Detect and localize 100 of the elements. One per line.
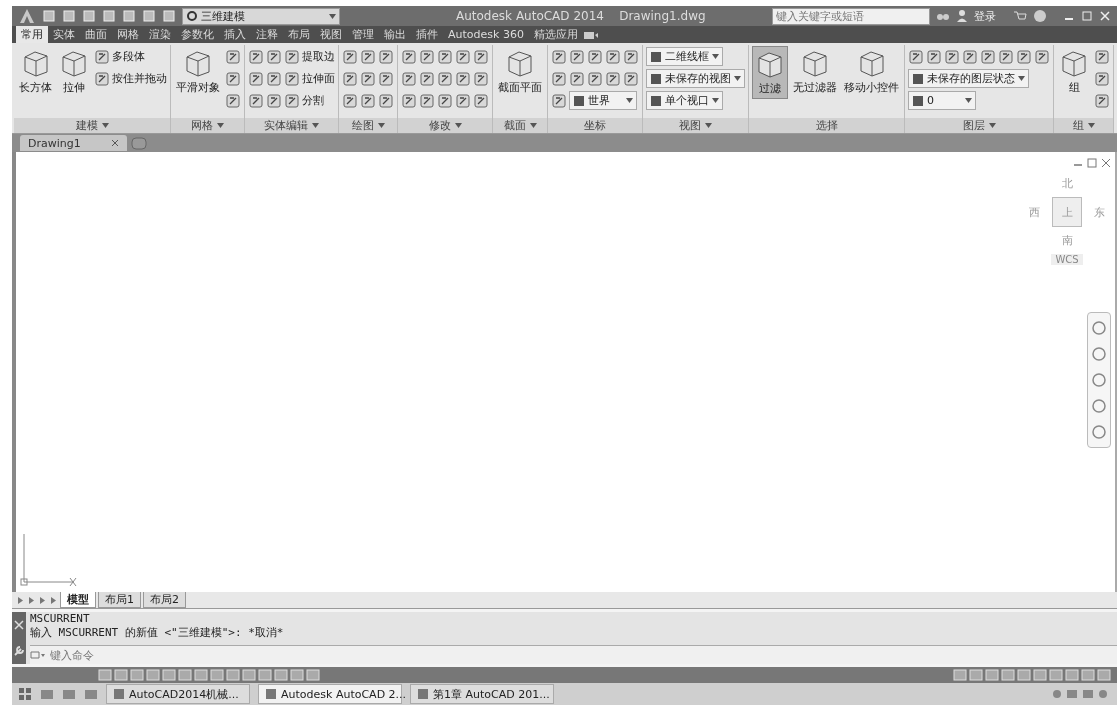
tool-icon[interactable]: [378, 48, 394, 65]
taskbar-button[interactable]: 第1章 AutoCAD 201...: [410, 684, 554, 704]
cube-icon[interactable]: [755, 49, 785, 79]
tool-icon[interactable]: [94, 48, 110, 65]
ribbon-tab[interactable]: 精选应用: [528, 26, 583, 43]
toggle-icon[interactable]: [1001, 669, 1015, 681]
toggle-icon[interactable]: [290, 669, 304, 681]
tool-icon[interactable]: [455, 70, 471, 87]
tool-icon[interactable]: [419, 92, 435, 109]
toggle-icon[interactable]: [210, 669, 224, 681]
next-tab-icon[interactable]: [38, 595, 47, 605]
tool-icon[interactable]: [266, 92, 282, 109]
user-icon[interactable]: [955, 9, 968, 23]
dropdown-field[interactable]: 0: [908, 91, 976, 110]
tool-icon[interactable]: [419, 48, 435, 65]
dropdown-field[interactable]: 二维线框: [646, 47, 723, 66]
tool-icon[interactable]: [551, 48, 567, 65]
tool-button[interactable]: 拉伸: [57, 46, 91, 97]
toggle-icon[interactable]: [242, 669, 256, 681]
start-icon[interactable]: [18, 687, 32, 701]
tool-icon[interactable]: [284, 48, 300, 65]
tool-icon[interactable]: [342, 70, 358, 87]
close-icon[interactable]: [110, 139, 119, 147]
tool-icon[interactable]: [284, 92, 300, 109]
tool-icon[interactable]: [926, 48, 942, 65]
caret-icon[interactable]: [454, 123, 462, 128]
toggle-icon[interactable]: [130, 669, 144, 681]
ribbon-tab[interactable]: 管理: [347, 26, 379, 43]
caret-icon[interactable]: [1018, 76, 1025, 81]
panel-title-bar[interactable]: 视图: [643, 118, 748, 133]
caret-icon[interactable]: [377, 123, 385, 128]
tool-icon[interactable]: [225, 48, 241, 65]
tool-icon[interactable]: [473, 92, 489, 109]
last-tab-icon[interactable]: [49, 595, 58, 605]
dropdown-field[interactable]: 世界: [569, 91, 637, 110]
caret-icon[interactable]: [312, 123, 319, 128]
tool-icon[interactable]: [551, 92, 567, 109]
toggle-icon[interactable]: [953, 669, 967, 681]
tool-icon[interactable]: [378, 70, 394, 87]
toggle-icon[interactable]: [1065, 669, 1079, 681]
wrench-icon[interactable]: [13, 644, 25, 657]
tool-icon[interactable]: [437, 92, 453, 109]
toggle-icon[interactable]: [178, 669, 192, 681]
toggle-icon[interactable]: [114, 669, 128, 681]
tool-icon[interactable]: [248, 92, 264, 109]
tool-icon[interactable]: [1094, 48, 1110, 65]
tool-icon[interactable]: [360, 48, 376, 65]
tool-button[interactable]: 分割: [284, 92, 324, 109]
tool-icon[interactable]: [473, 70, 489, 87]
ribbon-tab[interactable]: 视图: [315, 26, 347, 43]
caret-icon[interactable]: [529, 123, 537, 128]
tool-icon[interactable]: [551, 70, 567, 87]
cube-icon[interactable]: [59, 48, 89, 78]
ribbon-tab[interactable]: 插入: [219, 26, 251, 43]
caret-icon[interactable]: [965, 98, 972, 103]
tool-icon[interactable]: [378, 92, 394, 109]
toggle-icon[interactable]: [146, 669, 160, 681]
tool-icon[interactable]: [944, 48, 960, 65]
caret-icon[interactable]: [217, 123, 224, 128]
ribbon-tab[interactable]: Autodesk 360: [443, 26, 529, 43]
toggle-icon[interactable]: [306, 669, 320, 681]
toggle-icon[interactable]: [1097, 669, 1111, 681]
toggle-icon[interactable]: [1081, 669, 1095, 681]
caret-icon[interactable]: [712, 54, 719, 59]
tool-button[interactable]: 截面平面: [496, 46, 544, 97]
sign-in-link[interactable]: 登录: [973, 8, 996, 24]
restore-icon[interactable]: [1087, 158, 1097, 168]
tool-icon[interactable]: [587, 70, 603, 87]
panel-title-bar[interactable]: 截面: [493, 118, 547, 133]
tool-icon[interactable]: [360, 92, 376, 109]
tool-icon[interactable]: [342, 48, 358, 65]
caret-icon[interactable]: [101, 123, 109, 128]
camera-icon[interactable]: [582, 29, 599, 40]
maximize-icon[interactable]: [1081, 10, 1093, 22]
ribbon-tab[interactable]: 网格: [112, 26, 144, 43]
tool-button[interactable]: 无过滤器: [791, 46, 839, 97]
tool-icon[interactable]: [587, 48, 603, 65]
toggle-icon[interactable]: [226, 669, 240, 681]
toggle-icon[interactable]: [969, 669, 983, 681]
ribbon-tab[interactable]: 实体: [48, 26, 80, 43]
tool-icon[interactable]: [401, 48, 417, 65]
ribbon-tab[interactable]: 曲面: [80, 26, 112, 43]
close-icon[interactable]: [1101, 158, 1111, 168]
tool-button[interactable]: 拉伸面: [284, 70, 335, 87]
tool-icon[interactable]: [248, 48, 264, 65]
panel-title-bar[interactable]: 图层: [905, 118, 1053, 133]
tool-button[interactable]: 平滑对象: [174, 46, 222, 97]
tool-icon[interactable]: [360, 70, 376, 87]
caret-icon[interactable]: [705, 123, 712, 128]
tool-icon[interactable]: [419, 70, 435, 87]
panel-title-bar[interactable]: 坐标: [548, 118, 642, 133]
tool-button[interactable]: 提取边: [284, 48, 335, 65]
tool-icon[interactable]: [998, 48, 1014, 65]
tool-icon[interactable]: [569, 70, 585, 87]
tool-icon[interactable]: [401, 70, 417, 87]
tool-icon[interactable]: [623, 48, 639, 65]
tool-icon[interactable]: [266, 48, 282, 65]
dropdown-field[interactable]: 未保存的图层状态: [908, 69, 1029, 88]
tool-icon[interactable]: [437, 48, 453, 65]
tool-icon[interactable]: [1094, 92, 1110, 109]
